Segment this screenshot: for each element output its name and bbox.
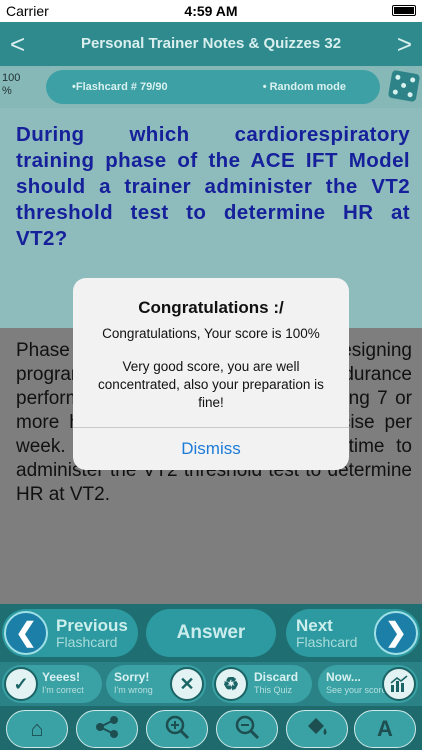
alert-score-message: Congratulations, Your score is 100% <box>102 326 320 341</box>
congratulations-alert: Congratulations :/ Congratulations, Your… <box>73 278 349 470</box>
alert-title: Congratulations :/ <box>138 298 284 317</box>
dismiss-button[interactable]: Dismiss <box>73 428 349 470</box>
alert-feedback-message: Very good score, you are well concentrat… <box>98 359 324 410</box>
